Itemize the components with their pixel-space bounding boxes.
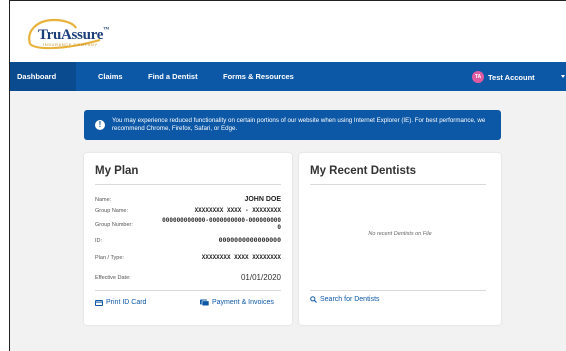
plan-row-plan-type: Plan / Type: XXXXXXXX XXXX XXXXXXXX — [95, 254, 281, 262]
plan-row-group-number: Group Number: 000000000000-0000000000-00… — [95, 217, 281, 233]
nav-claims[interactable]: Claims — [98, 62, 123, 91]
payment-invoices-label: Payment & Invoices — [212, 299, 274, 306]
search-icon — [310, 296, 317, 303]
plan-label-plan-type: Plan / Type: — [95, 255, 124, 261]
plan-value-id: 0000000000000000 — [218, 237, 281, 244]
id-card-icon — [95, 299, 103, 306]
nav-find-a-dentist[interactable]: Find a Dentist — [148, 62, 198, 91]
payment-icon — [200, 299, 209, 306]
plan-row-effective-date: Effective Date: 01/01/2020 — [95, 273, 281, 282]
search-for-dentists-label: Search for Dentists — [320, 296, 380, 303]
logo-subtitle: INSURANCE COMPANY — [43, 42, 98, 47]
plan-label-group-number: Group Number: — [95, 222, 133, 228]
plan-row-group-name: Group Name: XXXXXXXX XXXX - XXXXXXXX — [95, 206, 281, 214]
nav-forms-resources[interactable]: Forms & Resources — [223, 62, 294, 91]
recent-dentists-title: My Recent Dentists — [310, 165, 417, 177]
account-name: Test Account — [488, 72, 535, 82]
plan-value-effective-date: 01/01/2020 — [240, 273, 281, 282]
no-recent-dentists-message: No recent Dentists on File — [368, 231, 432, 237]
avatar: TA — [472, 71, 484, 83]
plan-label-effective-date: Effective Date: — [95, 275, 131, 281]
my-plan-title: My Plan — [95, 165, 139, 177]
plan-value-group-number: 000000000000-0000000000-0000000000 — [162, 217, 281, 231]
account-menu[interactable]: TA Test Account — [472, 70, 535, 84]
my-plan-card: My Plan Name: JOHN DOE Group Name: XXXXX… — [84, 153, 292, 325]
plan-label-name: Name: — [95, 197, 112, 203]
recent-dentists-card: My Recent Dentists No recent Dentists on… — [299, 153, 501, 325]
alert-text: You may experience reduced functionality… — [112, 117, 486, 132]
nav-dashboard[interactable]: Dashboard — [10, 62, 76, 91]
plan-row-id: ID: 0000000000000000 — [95, 237, 281, 245]
plan-row-name: Name: JOHN DOE — [95, 196, 281, 204]
payment-invoices-link[interactable]: Payment & Invoices — [200, 299, 274, 306]
recent-dentists-divider — [310, 184, 486, 185]
plan-label-id: ID: — [95, 238, 103, 244]
plan-label-group-name: Group Name: — [95, 208, 129, 214]
my-plan-divider — [95, 184, 281, 185]
print-id-card-label: Print ID Card — [106, 299, 147, 306]
logo[interactable]: TruAssure™ INSURANCE COMPANY — [10, 1, 120, 62]
main-navbar: Dashboard Claims Find a Dentist Forms & … — [10, 62, 566, 91]
info-icon: ! — [95, 120, 105, 130]
plan-value-plan-type: XXXXXXXX XXXX XXXXXXXX — [201, 254, 281, 261]
my-plan-footer-divider — [95, 290, 281, 291]
plan-value-name: JOHN DOE — [244, 196, 281, 203]
search-for-dentists-link[interactable]: Search for Dentists — [310, 296, 380, 303]
header: TruAssure™ INSURANCE COMPANY — [10, 1, 566, 62]
plan-value-group-name: XXXXXXXX XXXX - XXXXXXXX — [194, 207, 281, 214]
recent-dentists-footer-divider — [310, 290, 486, 291]
page-frame: TruAssure™ INSURANCE COMPANY Dashboard C… — [9, 0, 566, 351]
print-id-card-link[interactable]: Print ID Card — [95, 299, 146, 306]
account-caret-down-icon[interactable] — [561, 75, 565, 78]
browser-alert: ! You may experience reduced functionali… — [84, 110, 501, 140]
